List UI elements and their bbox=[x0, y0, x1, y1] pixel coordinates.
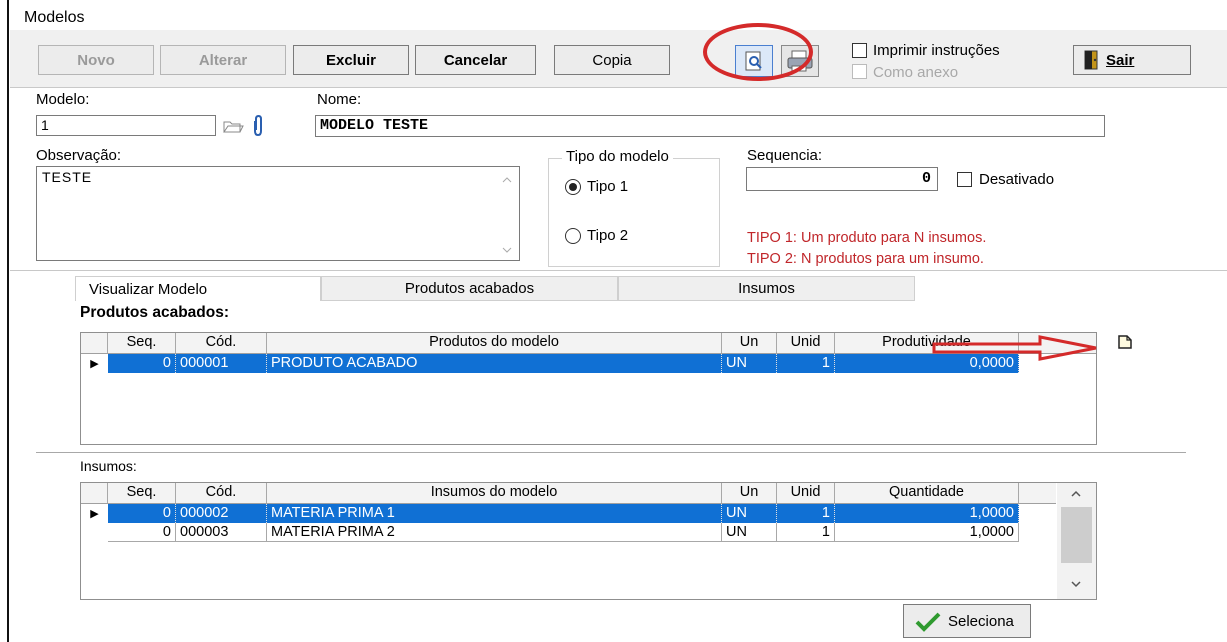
tipo1-label: Tipo 1 bbox=[587, 178, 629, 195]
sair-button[interactable]: Sair bbox=[1073, 45, 1191, 75]
divider bbox=[10, 270, 1227, 271]
como-anexo-checkbox[interactable] bbox=[852, 64, 867, 79]
tab-visualizar-modelo[interactable]: Visualizar Modelo bbox=[75, 276, 321, 301]
observacao-label: Observação: bbox=[36, 147, 122, 164]
tipo-modelo-group bbox=[548, 158, 720, 267]
tipo2-label: Tipo 2 bbox=[587, 227, 629, 244]
excluir-button[interactable]: Excluir bbox=[293, 45, 409, 75]
tipo2-radio[interactable] bbox=[565, 228, 581, 244]
seleciona-button[interactable]: Seleciona bbox=[903, 604, 1031, 638]
insumos-col-un: Un bbox=[722, 483, 777, 503]
produtos-col-desc: Produtos do modelo bbox=[267, 333, 722, 353]
new-document-icon[interactable] bbox=[1115, 333, 1135, 351]
insumos-header: Seq. Cód. Insumos do modelo Un Unid Quan… bbox=[81, 483, 1056, 504]
annotation-circle bbox=[703, 23, 813, 81]
nome-label: Nome: bbox=[317, 91, 362, 108]
produtos-col-cod: Cód. bbox=[176, 333, 267, 353]
seleciona-label: Seleciona bbox=[948, 612, 1014, 630]
divider bbox=[36, 452, 1186, 453]
insumos-col-unid: Unid bbox=[777, 483, 835, 503]
imprimir-instrucoes-checkbox[interactable] bbox=[852, 43, 867, 58]
modelo-field[interactable]: 1 bbox=[36, 115, 216, 136]
checkmark-icon bbox=[915, 612, 941, 632]
insumos-section-label: Insumos: bbox=[80, 458, 137, 474]
insumos-col-seq: Seq. bbox=[108, 483, 176, 503]
cancelar-button[interactable]: Cancelar bbox=[415, 45, 536, 75]
novo-button[interactable]: Novo bbox=[38, 45, 154, 75]
insumos-col-cod: Cód. bbox=[176, 483, 267, 503]
produtos-col-seq: Seq. bbox=[108, 333, 176, 353]
modelo-label: Modelo: bbox=[36, 91, 90, 108]
annotation-arrow bbox=[932, 335, 1097, 361]
tipo1-info: TIPO 1: Um produto para N insumos. bbox=[747, 230, 987, 246]
insumos-scrollbar[interactable] bbox=[1057, 483, 1096, 599]
desativado-checkbox[interactable] bbox=[957, 172, 972, 187]
tab-produtos-acabados[interactable]: Produtos acabados bbox=[321, 276, 618, 301]
alterar-button[interactable]: Alterar bbox=[160, 45, 286, 75]
desativado-label: Desativado bbox=[979, 171, 1055, 188]
window-title: Modelos bbox=[24, 9, 85, 26]
window-left-border bbox=[7, 0, 9, 642]
tipo1-radio[interactable] bbox=[565, 179, 581, 195]
table-row[interactable]: 0 000001 PRODUTO ACABADO UN 1 0,0000 bbox=[108, 354, 1019, 373]
tab-insumos[interactable]: Insumos bbox=[618, 276, 915, 301]
produtos-col-unid: Unid bbox=[777, 333, 835, 353]
insumos-grid: Seq. Cód. Insumos do modelo Un Unid Quan… bbox=[80, 482, 1097, 600]
attachment-icon[interactable] bbox=[250, 115, 266, 137]
sair-label: Sair bbox=[1106, 51, 1135, 69]
produtos-col-un: Un bbox=[722, 333, 777, 353]
insumos-col-desc: Insumos do modelo bbox=[267, 483, 722, 503]
observacao-scrollbar[interactable] bbox=[500, 172, 514, 258]
exit-door-icon bbox=[1084, 50, 1098, 70]
produtos-section-label: Produtos acabados: bbox=[80, 304, 229, 321]
imprimir-instrucoes-label: Imprimir instruções bbox=[873, 42, 1000, 59]
observacao-textarea[interactable]: TESTE bbox=[36, 166, 520, 261]
insumos-col-quantidade: Quantidade bbox=[835, 483, 1019, 503]
sequencia-label: Sequencia: bbox=[747, 147, 823, 164]
table-row[interactable]: 0 000003 MATERIA PRIMA 2 UN 1 1,0000 bbox=[108, 523, 1019, 542]
row-indicator-icon: ▶ bbox=[90, 508, 99, 520]
nome-field[interactable]: MODELO TESTE bbox=[315, 115, 1105, 137]
como-anexo-label: Como anexo bbox=[873, 64, 959, 81]
open-folder-icon[interactable] bbox=[222, 116, 244, 136]
tipo2-info: TIPO 2: N produtos para um insumo. bbox=[747, 251, 984, 267]
tipo-modelo-label: Tipo do modelo bbox=[562, 148, 673, 165]
table-row[interactable]: 0 000002 MATERIA PRIMA 1 UN 1 1,0000 bbox=[108, 504, 1019, 523]
row-indicator-icon: ▶ bbox=[90, 358, 99, 370]
copia-button[interactable]: Copia bbox=[554, 45, 670, 75]
sequencia-field[interactable]: 0 bbox=[746, 167, 938, 191]
